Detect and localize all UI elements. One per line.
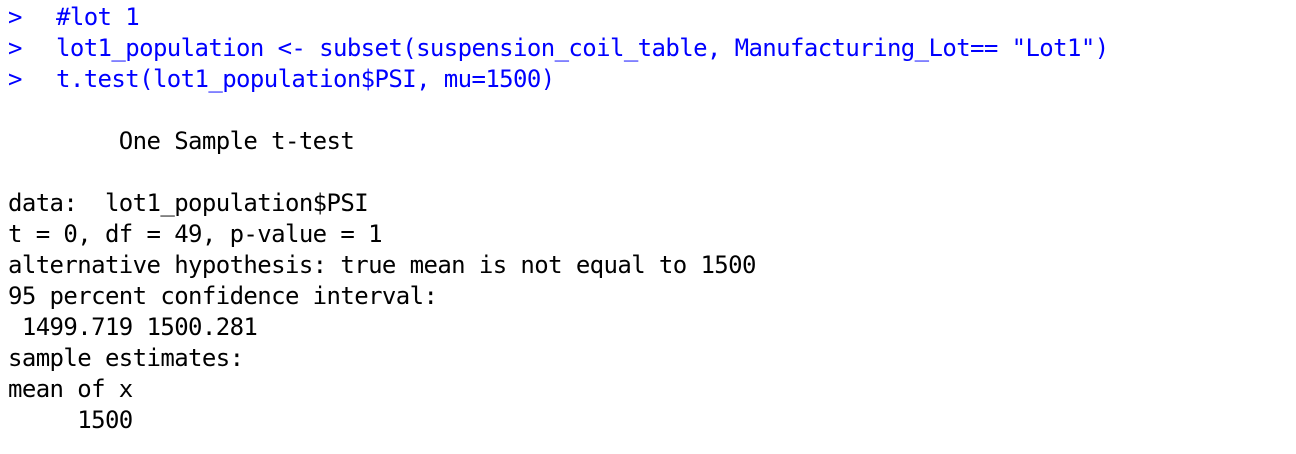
r-console: > #lot 1 > lot1_population <- subset(suspe… xyxy=(8,2,1292,436)
command-line: > t.test(lot1_population$PSI, mu=1500) xyxy=(8,64,1292,95)
output-ci-values: 1499.719 1500.281 xyxy=(8,313,258,341)
output-data-line: data: lot1_population$PSI xyxy=(8,189,369,217)
command-line: > lot1_population <- subset(suspension_co… xyxy=(8,33,1292,64)
console-prompt: > xyxy=(8,34,22,62)
command-text: #lot 1 xyxy=(56,3,140,31)
output-estimate-value: 1500 xyxy=(8,406,133,434)
output-estimate-name: mean of x xyxy=(8,375,133,403)
output-estimates-label: sample estimates: xyxy=(8,344,244,372)
output-stats-line: t = 0, df = 49, p-value = 1 xyxy=(8,220,383,248)
console-prompt: > xyxy=(8,65,22,93)
command-text: lot1_population <- subset(suspension_coi… xyxy=(56,34,1109,62)
output-ci-label: 95 percent confidence interval: xyxy=(8,282,438,310)
output-alternative: alternative hypothesis: true mean is not… xyxy=(8,251,756,279)
command-text: t.test(lot1_population$PSI, mu=1500) xyxy=(56,65,555,93)
console-prompt: > xyxy=(8,3,22,31)
output-title: One Sample t-test xyxy=(8,127,355,155)
command-line: > #lot 1 xyxy=(8,2,1292,33)
